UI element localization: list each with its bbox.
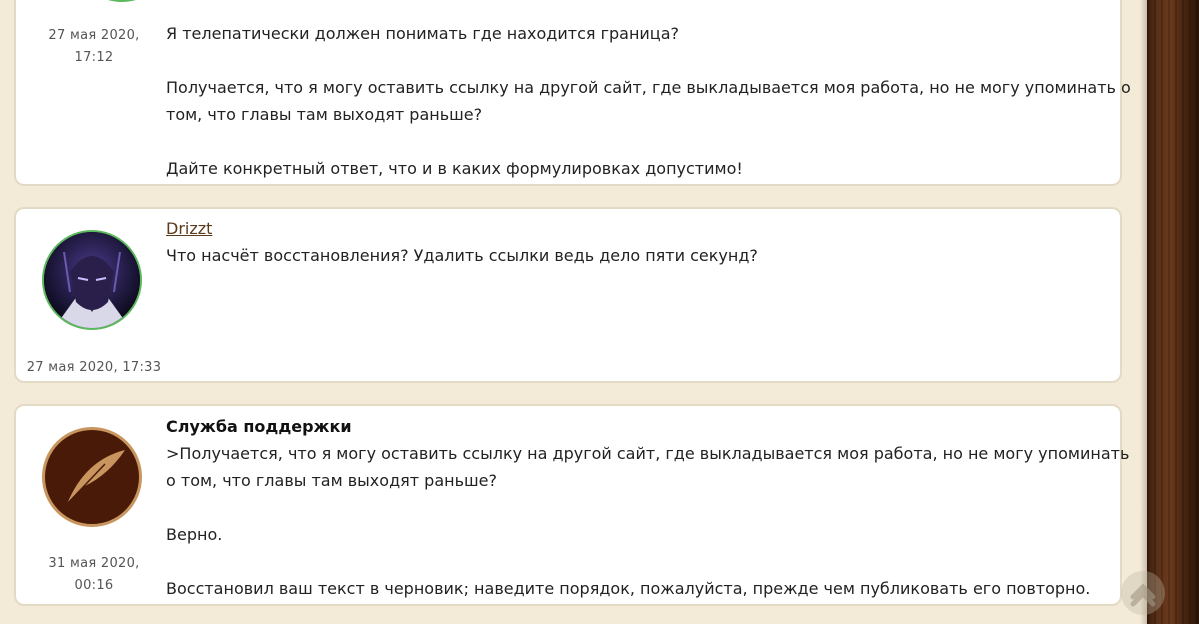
avatar[interactable] [72, 0, 172, 2]
comment-card: 27 мая 2020, 17:12 Я телепатически долже… [14, 0, 1131, 186]
scroll-to-top-button[interactable] [1121, 571, 1165, 615]
author-name: Служба поддержки [166, 417, 352, 436]
comment-paragraph: Верно. [166, 525, 223, 544]
comment-paragraph: Получается, что я могу оставить ссылку н… [166, 78, 1131, 97]
comment-paragraph: Я телепатически должен понимать где нахо… [166, 24, 679, 43]
comment-paragraph: том, что главы там выходят раньше? [166, 105, 483, 124]
comment-paragraph: Что насчёт восстановления? Удалить ссылк… [166, 246, 758, 265]
comment-date: 31 мая 2020, 00:16 [48, 556, 140, 593]
comment-text: Служба поддержки >Получается, что я могу… [166, 413, 1129, 602]
comment-card: 27 мая 2020, 17:33 Drizzt Что насчёт вос… [14, 207, 1122, 383]
drow-face-icon [44, 232, 140, 328]
comment-paragraph: Дайте конкретный ответ, что и в каких фо… [166, 159, 743, 178]
feather-icon [66, 450, 125, 505]
comment-date: 27 мая 2020, 17:12 [48, 28, 140, 65]
comment-card: 31 мая 2020, 00:16 Служба поддержки >Пол… [14, 404, 1129, 606]
author-link[interactable]: Drizzt [166, 219, 212, 238]
comment-paragraph: о том, что главы там выходят раньше? [166, 471, 497, 490]
comment-paragraph: >Получается, что я могу оставить ссылку … [166, 444, 1130, 463]
avatar[interactable] [42, 230, 142, 330]
comment-text: Я телепатически должен понимать где нахо… [166, 20, 1131, 182]
comment-text: Drizzt Что насчёт восстановления? Удалит… [166, 215, 758, 269]
wood-side-panel [1147, 0, 1199, 624]
comment-date: 27 мая 2020, 17:33 [26, 360, 162, 375]
avatar[interactable] [42, 427, 142, 527]
chevron-up-icon [1130, 583, 1156, 607]
comment-paragraph: Восстановил ваш текст в черновик; наведи… [166, 579, 1091, 598]
